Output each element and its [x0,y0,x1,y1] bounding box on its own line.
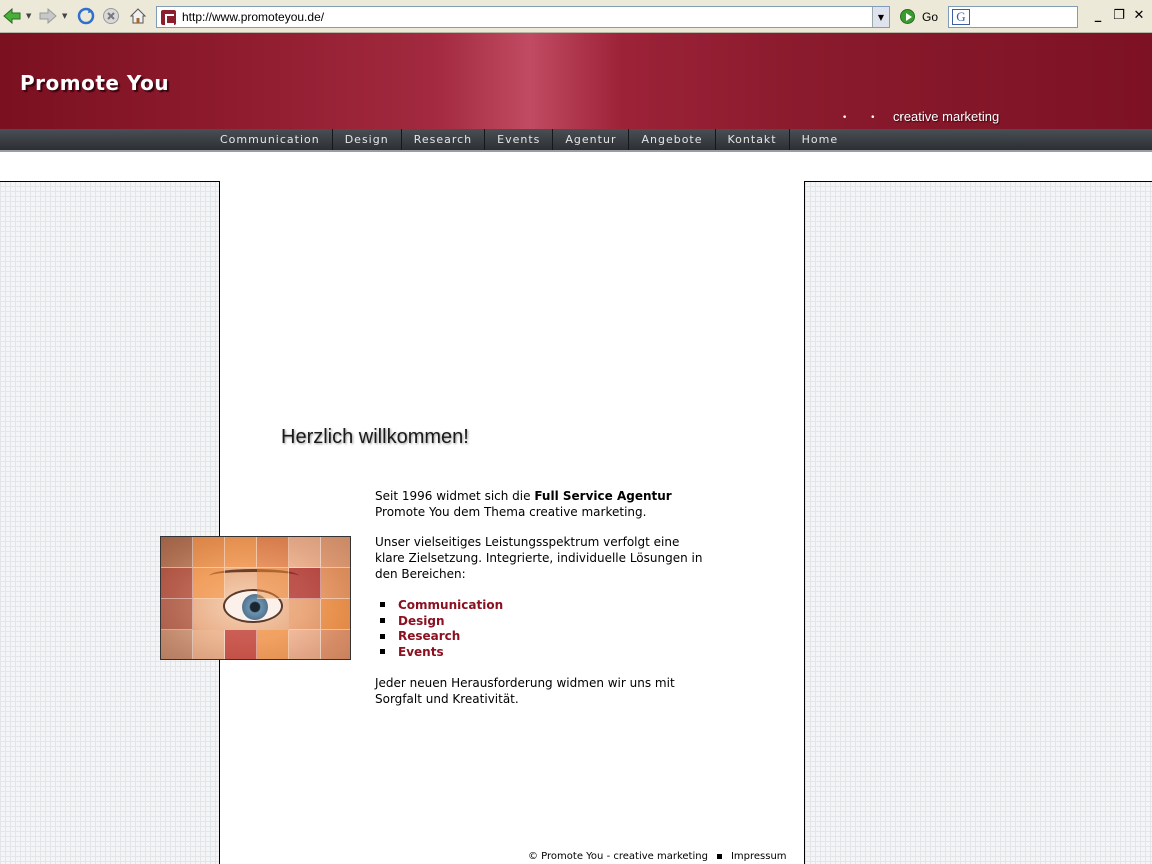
forward-dropdown-icon[interactable]: ▼ [62,12,67,20]
footer-copyright: © Promote You - creative marketing [528,851,708,862]
nav-item-events[interactable]: Events [485,129,554,150]
service-link-research[interactable]: Research [398,629,460,643]
mosaic-tile [257,537,289,568]
mosaic-tile [289,599,321,630]
nav-item-research[interactable]: Research [402,129,486,150]
mosaic-tile [225,537,257,568]
mosaic-tile [257,568,289,599]
mosaic-tile [321,568,350,599]
footer-separator-icon [716,854,722,859]
main-nav: Communication Design Research Events Age… [0,129,1152,152]
mosaic-tile [257,630,289,659]
mosaic-tile [193,537,225,568]
restore-icon[interactable]: ❐ [1111,8,1127,23]
eye-mosaic-image [160,536,351,660]
refresh-icon[interactable] [76,6,96,26]
service-link-communication[interactable]: Communication [398,598,503,612]
bullet-icon [380,649,385,655]
bullet-icon [380,602,385,608]
list-item: Events [380,644,503,660]
address-url[interactable]: http://www.promoteyou.de/ [182,10,324,24]
mosaic-tile [161,630,193,659]
mosaic-tile [161,568,193,599]
back-dropdown-icon[interactable]: ▼ [26,12,31,20]
services-intro-paragraph: Unser vielseitiges Leistungsspektrum ver… [375,535,703,581]
background-pattern-right [805,181,1152,864]
address-dropdown-icon[interactable]: ▼ [872,7,889,27]
closing-paragraph: Jeder neuen Herausforderung widmen wir u… [375,676,675,706]
mosaic-tile [289,630,321,659]
nav-item-home[interactable]: Home [790,129,850,150]
mosaic-tile [193,568,225,599]
nav-item-design[interactable]: Design [333,129,402,150]
nav-item-angebote[interactable]: Angebote [629,129,716,150]
site-logo[interactable]: Promote You [20,71,169,95]
background-pattern-left [0,181,219,864]
intro-paragraph: Seit 1996 widmet sich die Full Service A… [375,488,715,520]
bullet-icon [380,618,385,624]
mosaic-tile [161,599,193,630]
mosaic-tile [161,537,193,568]
nav-item-agentur[interactable]: Agentur [553,129,630,150]
service-link-design[interactable]: Design [398,614,445,628]
minimize-icon[interactable]: _ [1090,8,1106,23]
content-area [219,181,805,864]
forward-icon[interactable] [38,6,58,26]
site-tagline: creative marketing [893,109,1000,124]
mosaic-tile [321,599,350,630]
list-item: Research [380,628,503,644]
address-bar[interactable]: http://www.promoteyou.de/ ▼ [156,6,890,28]
services-list: Communication Design Research Events [380,597,503,660]
browser-toolbar: ▼ ▼ http://www.promoteyou.de/ ▼ Go G _ ❐… [0,0,1152,33]
google-search-box[interactable]: G [948,6,1078,28]
impressum-link[interactable]: Impressum [731,851,787,862]
mosaic-tile [289,537,321,568]
intro-suffix: Promote You dem Thema creative marketing… [375,505,647,519]
mosaic-tile [289,568,321,599]
back-icon[interactable] [2,6,22,26]
go-icon[interactable] [900,9,915,24]
mosaic-tile [225,630,257,659]
stop-icon[interactable] [101,6,121,26]
list-item: Communication [380,597,503,613]
close-icon[interactable]: ✕ [1131,8,1147,23]
bullet-icon [380,633,385,639]
list-item: Design [380,613,503,629]
google-icon[interactable]: G [952,9,970,25]
welcome-heading: Herzlich willkommen! [281,426,469,448]
intro-bold: Full Service Agentur [534,489,672,503]
mosaic-tile [193,630,225,659]
go-button[interactable]: Go [922,10,938,24]
page-footer: © Promote You - creative marketing Impre… [528,851,787,862]
nav-item-communication[interactable]: Communication [208,129,333,150]
home-icon[interactable] [128,6,148,26]
nav-item-kontakt[interactable]: Kontakt [716,129,790,150]
mosaic-tile [321,630,350,659]
site-favicon-icon [161,10,176,25]
service-link-events[interactable]: Events [398,645,444,659]
site-header: Promote You • • • creative marketing [0,33,1152,129]
intro-prefix: Seit 1996 widmet sich die [375,489,535,503]
mosaic-tile [321,537,350,568]
